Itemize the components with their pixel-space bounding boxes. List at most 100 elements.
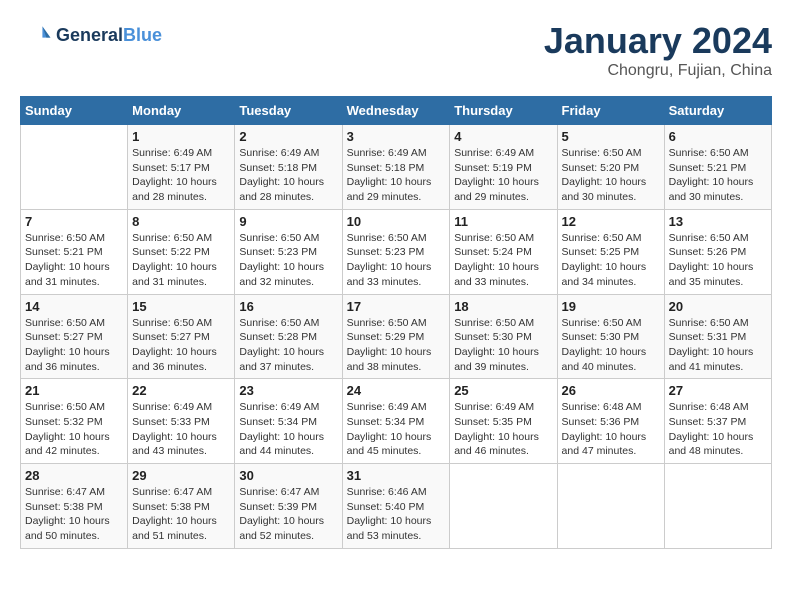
day-header-wednesday: Wednesday <box>342 97 450 125</box>
day-info: Sunrise: 6:50 AM Sunset: 5:27 PM Dayligh… <box>25 316 123 375</box>
calendar-cell: 27 Sunrise: 6:48 AM Sunset: 5:37 PM Dayli… <box>664 379 771 464</box>
calendar-week-4: 21 Sunrise: 6:50 AM Sunset: 5:32 PM Dayli… <box>21 379 772 464</box>
day-number: 23 <box>239 383 337 398</box>
calendar-cell: 3 Sunrise: 6:49 AM Sunset: 5:18 PM Daylig… <box>342 125 450 210</box>
day-number: 18 <box>454 299 552 314</box>
day-info: Sunrise: 6:50 AM Sunset: 5:32 PM Dayligh… <box>25 400 123 459</box>
day-info: Sunrise: 6:50 AM Sunset: 5:23 PM Dayligh… <box>239 231 337 290</box>
day-info: Sunrise: 6:47 AM Sunset: 5:39 PM Dayligh… <box>239 485 337 544</box>
calendar-cell: 7 Sunrise: 6:50 AM Sunset: 5:21 PM Daylig… <box>21 209 128 294</box>
calendar-cell: 11 Sunrise: 6:50 AM Sunset: 5:24 PM Dayli… <box>450 209 557 294</box>
calendar-cell: 19 Sunrise: 6:50 AM Sunset: 5:30 PM Dayli… <box>557 294 664 379</box>
day-number: 21 <box>25 383 123 398</box>
day-number: 22 <box>132 383 230 398</box>
calendar-header-row: SundayMondayTuesdayWednesdayThursdayFrid… <box>21 97 772 125</box>
day-number: 27 <box>669 383 767 398</box>
page-header: GeneralBlue January 2024 Chongru, Fujian… <box>20 20 772 80</box>
calendar-cell <box>450 464 557 549</box>
day-number: 16 <box>239 299 337 314</box>
day-info: Sunrise: 6:49 AM Sunset: 5:34 PM Dayligh… <box>239 400 337 459</box>
day-number: 20 <box>669 299 767 314</box>
day-number: 19 <box>562 299 660 314</box>
day-number: 10 <box>347 214 446 229</box>
title-block: January 2024 Chongru, Fujian, China <box>544 20 772 80</box>
day-info: Sunrise: 6:48 AM Sunset: 5:37 PM Dayligh… <box>669 400 767 459</box>
day-number: 15 <box>132 299 230 314</box>
calendar-cell: 1 Sunrise: 6:49 AM Sunset: 5:17 PM Daylig… <box>128 125 235 210</box>
calendar-cell: 20Sunrise: 6:50 AM Sunset: 5:31 PM Dayli… <box>664 294 771 379</box>
calendar-cell: 26 Sunrise: 6:48 AM Sunset: 5:36 PM Dayli… <box>557 379 664 464</box>
day-header-thursday: Thursday <box>450 97 557 125</box>
calendar-table: SundayMondayTuesdayWednesdayThursdayFrid… <box>20 96 772 549</box>
day-number: 25 <box>454 383 552 398</box>
day-info: Sunrise: 6:50 AM Sunset: 5:27 PM Dayligh… <box>132 316 230 375</box>
calendar-cell: 8 Sunrise: 6:50 AM Sunset: 5:22 PM Daylig… <box>128 209 235 294</box>
day-info: Sunrise: 6:48 AM Sunset: 5:36 PM Dayligh… <box>562 400 660 459</box>
day-info: Sunrise: 6:47 AM Sunset: 5:38 PM Dayligh… <box>132 485 230 544</box>
day-info: Sunrise: 6:49 AM Sunset: 5:33 PM Dayligh… <box>132 400 230 459</box>
day-number: 14 <box>25 299 123 314</box>
day-number: 2 <box>239 129 337 144</box>
day-info: Sunrise: 6:49 AM Sunset: 5:17 PM Dayligh… <box>132 146 230 205</box>
day-info: Sunrise: 6:50 AM Sunset: 5:20 PM Dayligh… <box>562 146 660 205</box>
calendar-cell: 13Sunrise: 6:50 AM Sunset: 5:26 PM Dayli… <box>664 209 771 294</box>
calendar-cell: 12 Sunrise: 6:50 AM Sunset: 5:25 PM Dayli… <box>557 209 664 294</box>
day-number: 11 <box>454 214 552 229</box>
calendar-cell: 16Sunrise: 6:50 AM Sunset: 5:28 PM Dayli… <box>235 294 342 379</box>
calendar-cell <box>21 125 128 210</box>
calendar-cell: 25 Sunrise: 6:49 AM Sunset: 5:35 PM Dayli… <box>450 379 557 464</box>
day-info: Sunrise: 6:49 AM Sunset: 5:19 PM Dayligh… <box>454 146 552 205</box>
calendar-cell: 31Sunrise: 6:46 AM Sunset: 5:40 PM Dayli… <box>342 464 450 549</box>
day-number: 7 <box>25 214 123 229</box>
calendar-cell: 23 Sunrise: 6:49 AM Sunset: 5:34 PM Dayli… <box>235 379 342 464</box>
logo-icon <box>20 20 52 52</box>
day-number: 28 <box>25 468 123 483</box>
calendar-cell: 21 Sunrise: 6:50 AM Sunset: 5:32 PM Dayli… <box>21 379 128 464</box>
day-number: 17 <box>347 299 446 314</box>
day-header-monday: Monday <box>128 97 235 125</box>
calendar-cell: 17 Sunrise: 6:50 AM Sunset: 5:29 PM Dayli… <box>342 294 450 379</box>
day-number: 13 <box>669 214 767 229</box>
day-info: Sunrise: 6:49 AM Sunset: 5:35 PM Dayligh… <box>454 400 552 459</box>
day-header-tuesday: Tuesday <box>235 97 342 125</box>
calendar-cell: 30 Sunrise: 6:47 AM Sunset: 5:39 PM Dayli… <box>235 464 342 549</box>
day-info: Sunrise: 6:50 AM Sunset: 5:30 PM Dayligh… <box>562 316 660 375</box>
day-info: Sunrise: 6:50 AM Sunset: 5:21 PM Dayligh… <box>25 231 123 290</box>
day-number: 9 <box>239 214 337 229</box>
day-info: Sunrise: 6:50 AM Sunset: 5:22 PM Dayligh… <box>132 231 230 290</box>
day-number: 3 <box>347 129 446 144</box>
day-number: 30 <box>239 468 337 483</box>
day-number: 1 <box>132 129 230 144</box>
day-info: Sunrise: 6:50 AM Sunset: 5:25 PM Dayligh… <box>562 231 660 290</box>
calendar-cell: 15 Sunrise: 6:50 AM Sunset: 5:27 PM Dayli… <box>128 294 235 379</box>
calendar-cell: 28 Sunrise: 6:47 AM Sunset: 5:38 PM Dayli… <box>21 464 128 549</box>
day-info: Sunrise: 6:49 AM Sunset: 5:18 PM Dayligh… <box>347 146 446 205</box>
day-info: Sunrise: 6:47 AM Sunset: 5:38 PM Dayligh… <box>25 485 123 544</box>
day-number: 8 <box>132 214 230 229</box>
calendar-cell: 9 Sunrise: 6:50 AM Sunset: 5:23 PM Daylig… <box>235 209 342 294</box>
calendar-cell: 22 Sunrise: 6:49 AM Sunset: 5:33 PM Dayli… <box>128 379 235 464</box>
day-info: Sunrise: 6:50 AM Sunset: 5:23 PM Dayligh… <box>347 231 446 290</box>
calendar-cell: 10 Sunrise: 6:50 AM Sunset: 5:23 PM Dayli… <box>342 209 450 294</box>
day-info: Sunrise: 6:50 AM Sunset: 5:24 PM Dayligh… <box>454 231 552 290</box>
day-number: 31 <box>347 468 446 483</box>
day-info: Sunrise: 6:50 AM Sunset: 5:21 PM Dayligh… <box>669 146 767 205</box>
calendar-cell: 14 Sunrise: 6:50 AM Sunset: 5:27 PM Dayli… <box>21 294 128 379</box>
calendar-cell: 24Sunrise: 6:49 AM Sunset: 5:34 PM Dayli… <box>342 379 450 464</box>
day-header-sunday: Sunday <box>21 97 128 125</box>
day-header-friday: Friday <box>557 97 664 125</box>
calendar-week-5: 28 Sunrise: 6:47 AM Sunset: 5:38 PM Dayli… <box>21 464 772 549</box>
day-number: 26 <box>562 383 660 398</box>
day-header-saturday: Saturday <box>664 97 771 125</box>
month-title: January 2024 <box>544 20 772 62</box>
day-info: Sunrise: 6:50 AM Sunset: 5:29 PM Dayligh… <box>347 316 446 375</box>
day-info: Sunrise: 6:50 AM Sunset: 5:30 PM Dayligh… <box>454 316 552 375</box>
calendar-cell <box>664 464 771 549</box>
calendar-week-2: 7 Sunrise: 6:50 AM Sunset: 5:21 PM Daylig… <box>21 209 772 294</box>
day-info: Sunrise: 6:49 AM Sunset: 5:34 PM Dayligh… <box>347 400 446 459</box>
day-info: Sunrise: 6:49 AM Sunset: 5:18 PM Dayligh… <box>239 146 337 205</box>
day-number: 29 <box>132 468 230 483</box>
day-number: 12 <box>562 214 660 229</box>
calendar-cell: 5Sunrise: 6:50 AM Sunset: 5:20 PM Daylig… <box>557 125 664 210</box>
day-number: 4 <box>454 129 552 144</box>
